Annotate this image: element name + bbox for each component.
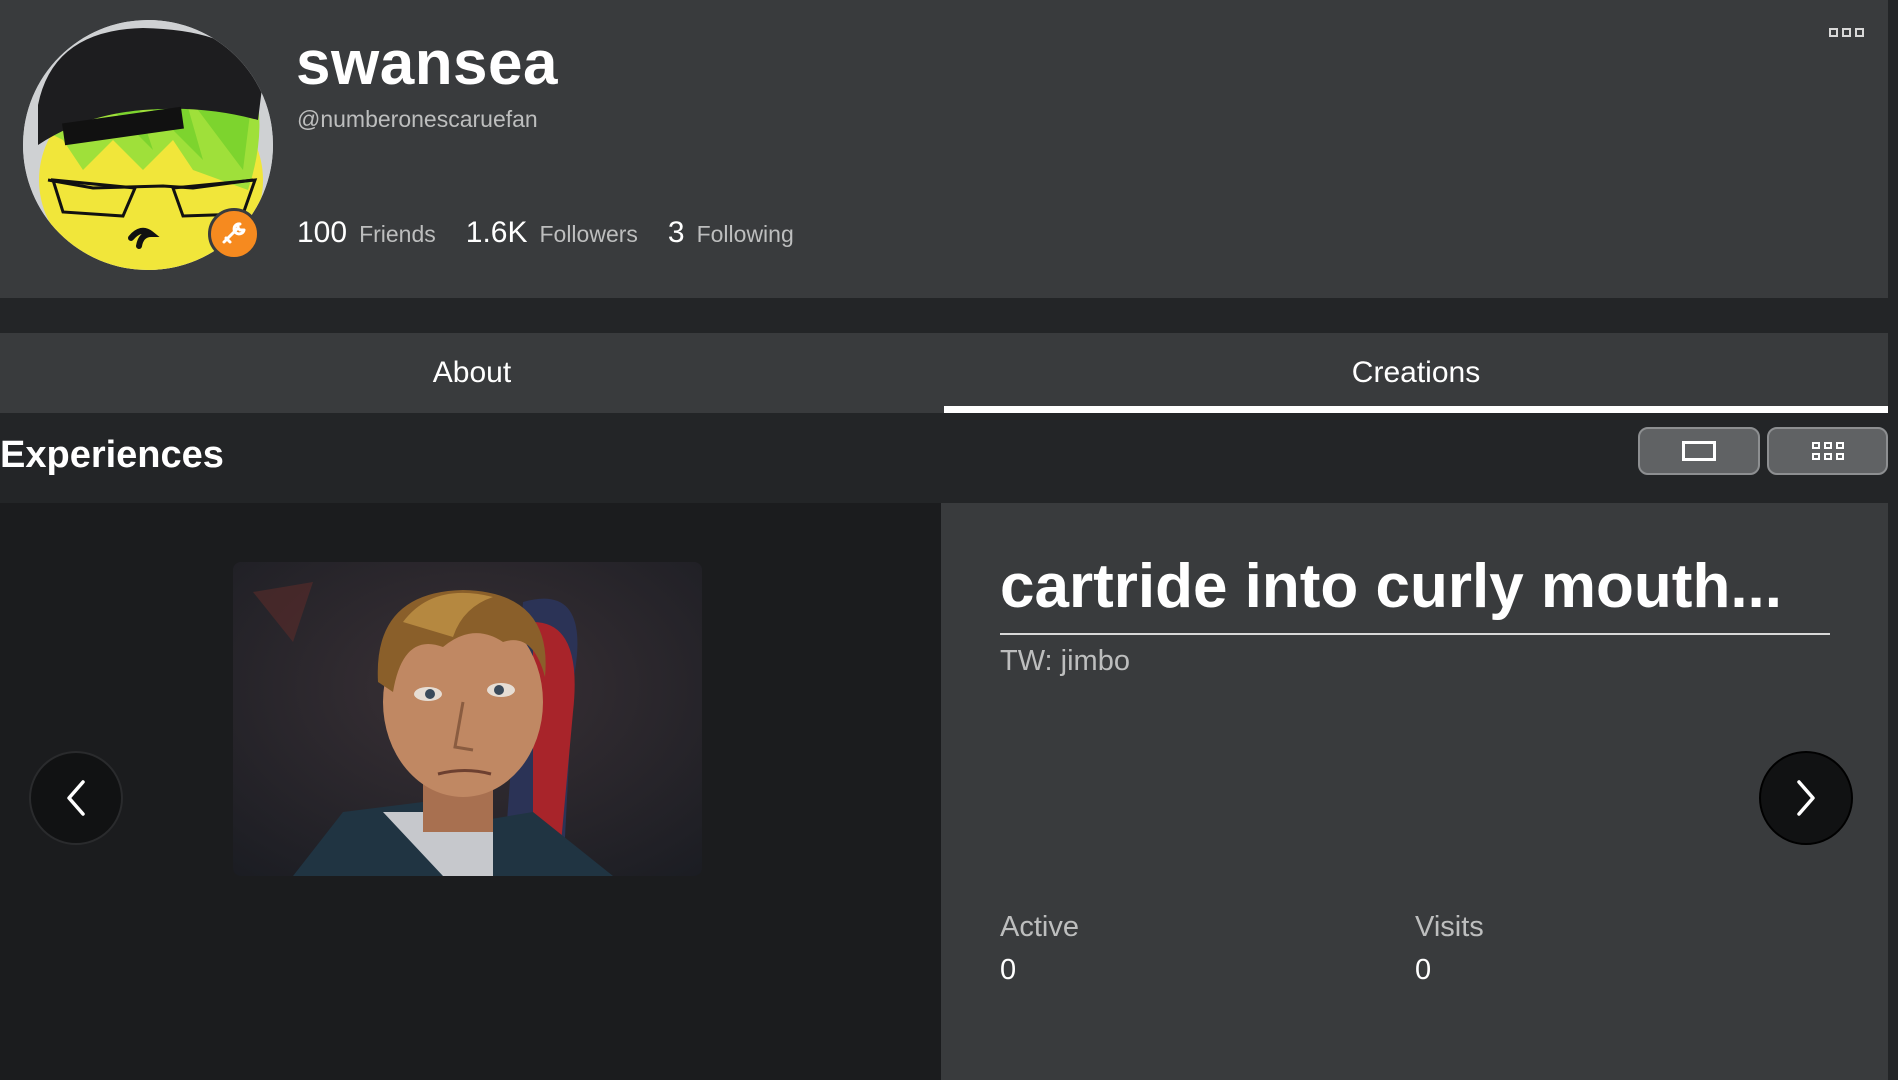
following-stat[interactable]: 3 Following [668, 216, 794, 250]
profile-stats: 100 Friends 1.6K Followers 3 Following [297, 216, 824, 250]
dot [1828, 27, 1838, 37]
tab-about[interactable]: About [0, 333, 944, 413]
active-label: Active [1000, 911, 1079, 943]
chevron-right-icon [1797, 780, 1815, 816]
experience-details: cartride into curly mouth... TW: jimbo A… [941, 503, 1888, 1080]
visits-value: 0 [1415, 954, 1432, 986]
grid-view-button[interactable] [1767, 427, 1888, 475]
username: @numberonescaruefan [297, 106, 538, 132]
more-options-icon[interactable] [1826, 22, 1866, 42]
profile-header: swansea @numberonescaruefan 100 Friends … [0, 0, 1888, 298]
single-view-button[interactable] [1638, 427, 1760, 475]
experience-name[interactable]: cartride into curly mouth... [1000, 549, 1830, 635]
friends-stat[interactable]: 100 Friends [297, 216, 436, 250]
badge-wrench-icon [208, 208, 260, 260]
followers-label: Followers [539, 221, 638, 247]
single-view-icon [1682, 441, 1716, 461]
experience-description: TW: jimbo [1000, 645, 1130, 677]
dot [1841, 27, 1851, 37]
active-value: 0 [1000, 954, 1017, 986]
display-name: swansea [296, 29, 559, 98]
friends-label: Friends [359, 221, 436, 247]
followers-stat[interactable]: 1.6K Followers [466, 216, 638, 250]
followers-count: 1.6K [465, 216, 528, 249]
following-count: 3 [667, 216, 685, 249]
carousel-previous-button[interactable] [29, 751, 123, 845]
visits-label: Visits [1415, 911, 1484, 943]
profile-tabs: About Creations [0, 333, 1888, 413]
experience-thumbnail[interactable] [233, 562, 702, 876]
chevron-left-icon [67, 780, 85, 816]
carousel-next-button[interactable] [1759, 751, 1853, 845]
dot [1854, 27, 1864, 37]
grid-view-icon [1811, 442, 1844, 460]
tab-creations[interactable]: Creations [944, 333, 1888, 413]
following-label: Following [696, 221, 794, 247]
experience-carousel-media [0, 503, 941, 1080]
section-title-experiences: Experiences [0, 434, 224, 476]
visits-stat: Visits 0 [1415, 911, 1484, 987]
experience-thumbnail-image [233, 562, 702, 876]
friends-count: 100 [297, 216, 348, 249]
active-stat: Active 0 [1000, 911, 1079, 987]
